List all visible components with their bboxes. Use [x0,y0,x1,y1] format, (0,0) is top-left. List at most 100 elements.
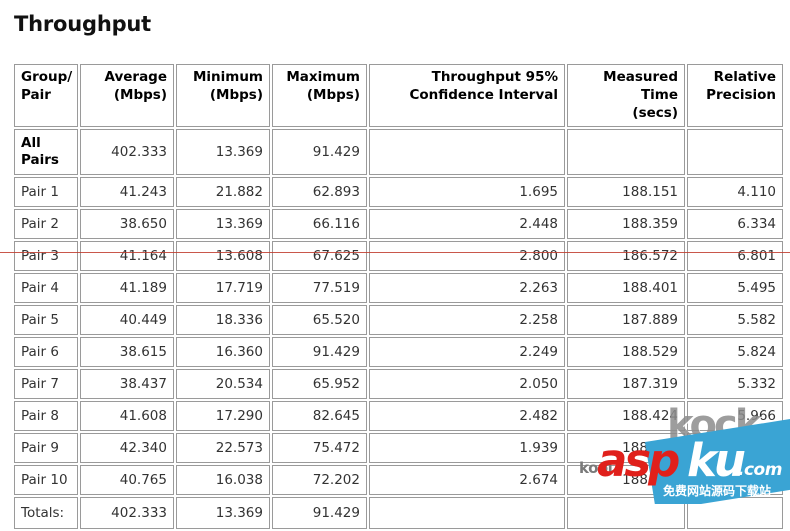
table-header-row: Group/ Pair Average (Mbps) Minimum (Mbps… [14,64,783,127]
cell-maximum: 62.893 [272,176,367,207]
row-label-cell: Pair 3 [14,240,78,271]
cell-time: 188.424 [567,400,685,431]
cell-ci: 2.263 [369,272,565,303]
table-row[interactable]: Pair 3 41.164 13.608 67.625 2.800 186.572 6.80… [14,240,783,271]
column-header-pair-line1: Group/ [21,69,73,85]
column-header-minimum[interactable]: Minimum (Mbps) [176,64,270,127]
row-label-cell: Totals: [14,496,78,529]
column-header-time-line1: Measured Time [603,69,678,104]
cell-precision [687,128,783,175]
column-header-relative-precision[interactable]: Relative Precision [687,64,783,127]
cell-ci: 2.800 [369,240,565,271]
cell-ci: 2.674 [369,464,565,495]
table-row[interactable]: Pair 10 40.765 16.038 72.202 2.674 188.395 [14,464,783,495]
column-header-maximum[interactable]: Maximum (Mbps) [272,64,367,127]
cell-maximum: 65.520 [272,304,367,335]
cell-ci [369,128,565,175]
row-label-line2: Pairs [21,151,59,168]
cell-maximum: 66.116 [272,208,367,239]
table-row[interactable]: All Pairs 402.333 13.369 91.429 [14,128,783,175]
cell-minimum: 13.369 [176,208,270,239]
page-title: Throughput [14,12,152,36]
cell-time: 188.529 [567,336,685,367]
cell-time: 187.319 [567,368,685,399]
cell-minimum: 22.573 [176,432,270,463]
cell-maximum: 72.202 [272,464,367,495]
column-header-confidence-interval[interactable]: Throughput 95% Confidence Interval [369,64,565,127]
column-header-minimum-line2: (Mbps) [209,87,263,104]
throughput-results-table: Group/ Pair Average (Mbps) Minimum (Mbps… [12,62,785,531]
cell-average: 40.449 [80,304,174,335]
row-label-cell: Pair 9 [14,432,78,463]
column-header-measured-time[interactable]: Measured Time (secs) [567,64,685,127]
column-header-ci-line1: Throughput 95% [431,69,558,85]
cell-minimum: 13.369 [176,128,270,175]
cell-minimum: 17.290 [176,400,270,431]
table-row[interactable]: Totals: 402.333 13.369 91.429 [14,496,783,529]
cell-precision: 6.334 [687,208,783,239]
cell-ci: 1.939 [369,432,565,463]
column-header-average[interactable]: Average (Mbps) [80,64,174,127]
cell-average: 40.765 [80,464,174,495]
cell-time: 188.395 [567,464,685,495]
cell-average: 41.164 [80,240,174,271]
table-row[interactable]: Pair 7 38.437 20.534 65.952 2.050 187.319 5.33… [14,368,783,399]
cell-precision: 6.801 [687,240,783,271]
cell-average: 402.333 [80,496,174,529]
row-label-cell: Pair 8 [14,400,78,431]
cell-minimum: 17.719 [176,272,270,303]
row-label-cell: Pair 10 [14,464,78,495]
cell-maximum: 77.519 [272,272,367,303]
cell-precision: 5.582 [687,304,783,335]
cell-time: 186.572 [567,240,685,271]
column-header-maximum-line2: (Mbps) [306,87,360,104]
row-label-cell: Pair 7 [14,368,78,399]
cell-minimum: 13.608 [176,240,270,271]
cell-minimum: 13.369 [176,496,270,529]
cell-ci: 2.258 [369,304,565,335]
row-label-cell: Pair 1 [14,176,78,207]
cell-ci: 2.448 [369,208,565,239]
cell-time [567,496,685,529]
cell-average: 402.333 [80,128,174,175]
cell-average: 41.189 [80,272,174,303]
cell-time [567,128,685,175]
cell-ci [369,496,565,529]
cell-maximum: 75.472 [272,432,367,463]
cell-minimum: 21.882 [176,176,270,207]
cell-minimum: 20.534 [176,368,270,399]
cell-precision: 4.110 [687,176,783,207]
cell-precision [687,464,783,495]
cell-average: 42.340 [80,432,174,463]
table-row[interactable]: Pair 6 38.615 16.360 91.429 2.249 188.529 5.82… [14,336,783,367]
cell-ci: 2.050 [369,368,565,399]
column-header-pair[interactable]: Group/ Pair [14,64,78,127]
cell-maximum: 91.429 [272,128,367,175]
table-row[interactable]: Pair 1 41.243 21.882 62.893 1.695 188.151 4.11… [14,176,783,207]
column-header-time-line2: (secs) [632,105,678,122]
cell-precision: 5.332 [687,368,783,399]
table-row[interactable]: Pair 4 41.189 17.719 77.519 2.263 188.401 5.49… [14,272,783,303]
cell-time: 188.401 [567,272,685,303]
table-row[interactable]: Pair 2 38.650 13.369 66.116 2.448 188.359 6.33… [14,208,783,239]
cell-precision: 4.580 [687,432,783,463]
cell-time: 187.889 [567,304,685,335]
cell-average: 38.615 [80,336,174,367]
table-row[interactable]: Pair 8 41.608 17.290 82.645 2.482 188.424 5.96… [14,400,783,431]
cell-average: 38.650 [80,208,174,239]
cell-maximum: 91.429 [272,336,367,367]
cell-time: 188.948 [567,432,685,463]
cell-precision: 5.824 [687,336,783,367]
column-header-average-line2: (Mbps) [113,87,167,104]
row-label-cell: Pair 2 [14,208,78,239]
cell-average: 41.243 [80,176,174,207]
table-row[interactable]: Pair 9 42.340 22.573 75.472 1.939 188.948 4.58… [14,432,783,463]
cell-precision [687,496,783,529]
cell-average: 38.437 [80,368,174,399]
column-header-average-line1: Average [104,69,167,85]
table-row[interactable]: Pair 5 40.449 18.336 65.520 2.258 187.889 5.58… [14,304,783,335]
column-header-ci-line2: Confidence Interval [409,87,558,104]
cell-maximum: 67.625 [272,240,367,271]
row-label-cell: Pair 4 [14,272,78,303]
cell-minimum: 16.360 [176,336,270,367]
